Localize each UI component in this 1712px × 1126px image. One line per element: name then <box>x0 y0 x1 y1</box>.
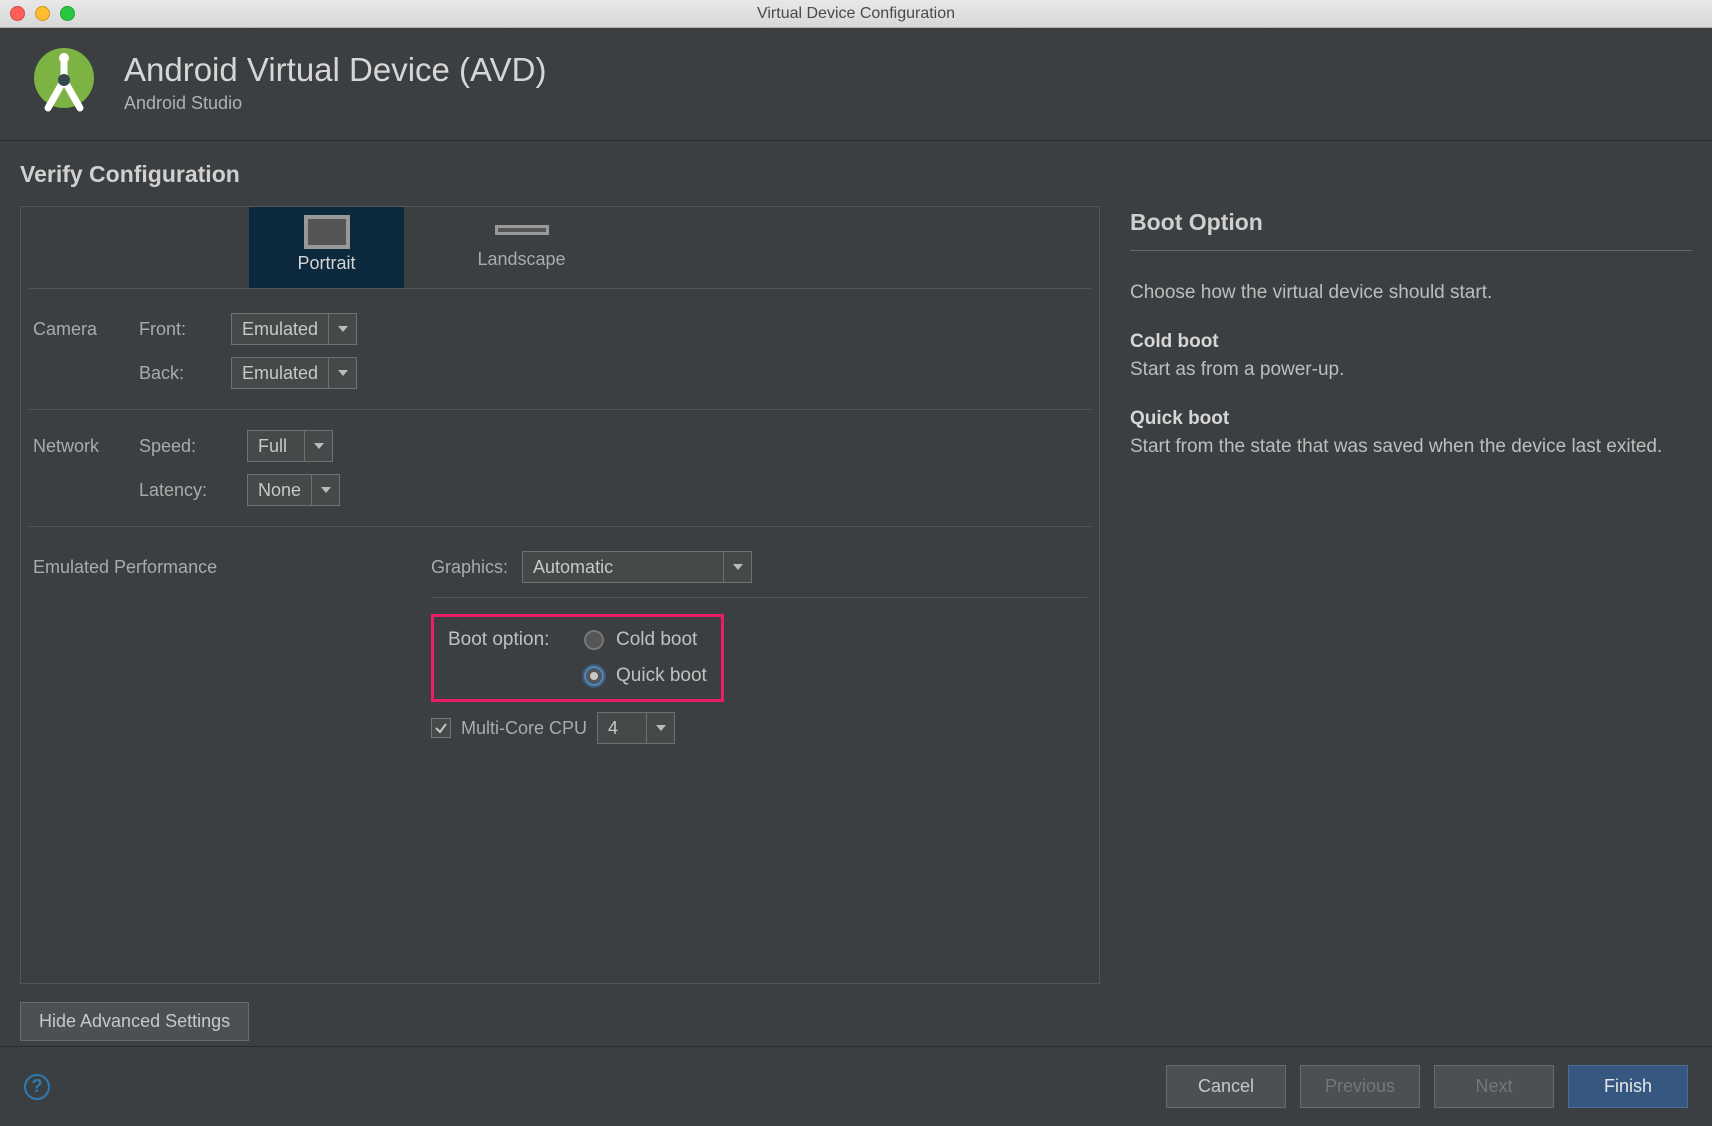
close-window-icon[interactable] <box>10 6 25 21</box>
info-cold-heading: Cold boot <box>1130 331 1219 352</box>
graphics-label: Graphics: <box>431 557 508 578</box>
previous-button[interactable]: Previous <box>1300 1065 1420 1108</box>
orientation-portrait-label: Portrait <box>297 253 355 273</box>
chevron-down-icon <box>723 552 751 582</box>
dialog-title: Android Virtual Device (AVD) <box>124 51 546 89</box>
network-speed-label: Speed: <box>139 436 229 457</box>
network-speed-value: Full <box>248 431 304 461</box>
boot-option-highlight: Boot option: Cold boot Quick boot <box>431 614 724 702</box>
multicore-label: Multi-Core CPU <box>461 718 587 739</box>
info-quick-heading: Quick boot <box>1130 408 1229 429</box>
finish-button[interactable]: Finish <box>1568 1065 1688 1108</box>
chevron-down-icon <box>304 431 332 461</box>
traffic-lights <box>10 6 75 21</box>
window-titlebar: Virtual Device Configuration <box>0 0 1712 28</box>
info-intro: Choose how the virtual device should sta… <box>1130 279 1692 308</box>
maximize-window-icon[interactable] <box>60 6 75 21</box>
dialog-subtitle: Android Studio <box>124 93 546 114</box>
orientation-portrait[interactable]: Portrait <box>249 207 404 288</box>
chevron-down-icon <box>328 358 356 388</box>
quick-boot-radio[interactable] <box>584 666 604 686</box>
dialog-footer: ? Cancel Previous Next Finish <box>0 1046 1712 1126</box>
chevron-down-icon <box>311 475 339 505</box>
multicore-value: 4 <box>598 713 646 743</box>
chevron-down-icon <box>328 314 356 344</box>
network-speed-select[interactable]: Full <box>247 430 333 462</box>
network-latency-select[interactable]: None <box>247 474 340 506</box>
dialog-header: Android Virtual Device (AVD) Android Stu… <box>0 28 1712 141</box>
camera-front-value: Emulated <box>232 314 328 344</box>
section-title: Verify Configuration <box>20 161 1100 188</box>
performance-label: Emulated Performance <box>33 551 413 580</box>
cancel-button[interactable]: Cancel <box>1166 1065 1286 1108</box>
camera-label: Camera <box>33 319 121 340</box>
next-button[interactable]: Next <box>1434 1065 1554 1108</box>
info-cold-body: Start as from a power-up. <box>1130 359 1344 380</box>
network-label: Network <box>33 436 121 457</box>
hide-advanced-settings-button[interactable]: Hide Advanced Settings <box>20 1002 249 1041</box>
quick-boot-label: Quick boot <box>616 665 707 687</box>
network-latency-value: None <box>248 475 311 505</box>
orientation-row: Portrait Landscape <box>29 207 1091 289</box>
minimize-window-icon[interactable] <box>35 6 50 21</box>
cold-boot-radio[interactable] <box>584 630 604 650</box>
settings-panel: Portrait Landscape Camera Front: Emulate… <box>20 206 1100 984</box>
info-quick-body: Start from the state that was saved when… <box>1130 436 1662 457</box>
camera-back-select[interactable]: Emulated <box>231 357 357 389</box>
multicore-checkbox[interactable] <box>431 718 451 738</box>
info-panel: Boot Option Choose how the virtual devic… <box>1130 161 1692 1041</box>
graphics-select[interactable]: Automatic <box>522 551 752 583</box>
orientation-landscape[interactable]: Landscape <box>444 207 599 288</box>
boot-option-label: Boot option: <box>448 629 572 651</box>
help-icon[interactable]: ? <box>24 1074 50 1100</box>
portrait-icon <box>304 215 350 249</box>
cold-boot-label: Cold boot <box>616 629 697 651</box>
info-title: Boot Option <box>1130 209 1692 251</box>
camera-back-value: Emulated <box>232 358 328 388</box>
chevron-down-icon <box>646 713 674 743</box>
window-title: Virtual Device Configuration <box>757 5 955 23</box>
camera-front-select[interactable]: Emulated <box>231 313 357 345</box>
orientation-landscape-label: Landscape <box>477 249 565 269</box>
android-studio-logo-icon <box>28 46 100 118</box>
camera-back-label: Back: <box>139 363 213 384</box>
network-latency-label: Latency: <box>139 480 229 501</box>
graphics-value: Automatic <box>523 552 723 582</box>
multicore-select[interactable]: 4 <box>597 712 675 744</box>
camera-front-label: Front: <box>139 319 213 340</box>
landscape-icon <box>495 225 549 235</box>
